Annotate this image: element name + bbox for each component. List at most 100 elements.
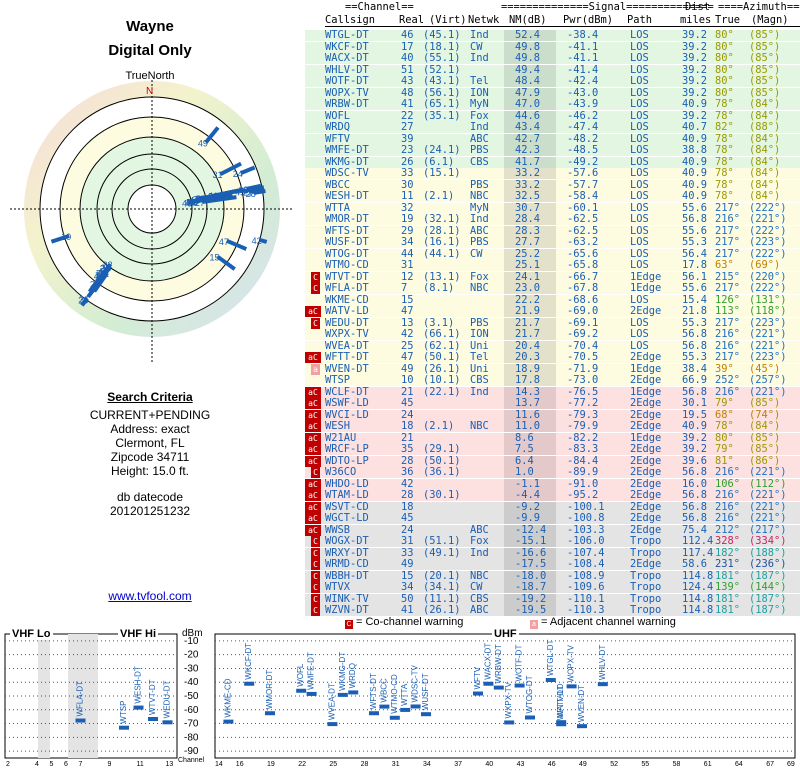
table-row[interactable]: WACX-DT 40 (55.1) Ind 49.8 -41.1 LOS 39.2 80° (85…	[305, 53, 800, 64]
table-row[interactable]: WFTS-DT 29 (28.1) ABC 28.3 -62.5 LOS 55.6 217° (2…	[305, 224, 800, 237]
table-row[interactable]: WCLF-DT 21 (22.1) Ind 14.3 -76.5 1Edge 56.8 216°…	[305, 386, 800, 398]
cell-az: 78°	[715, 144, 734, 156]
table-row[interactable]: WOTF-DT 43 (43.1) Tel 48.4 -42.4 LOS 39.2 80° (85…	[305, 76, 800, 87]
table-row[interactable]: WTOG-DT 44 (44.1) CW 25.2 -65.6 LOS 56.4 217° (22…	[305, 248, 800, 260]
cell-pwr: -66.7	[567, 270, 599, 283]
table-row[interactable]: WSVT-CD 18 -9.2 -100.1 2Edge 56.8 216° (221°) aC	[305, 500, 800, 513]
table-row[interactable]: WKCF-DT 17 (18.1) CW 49.8 -41.1 LOS 39.2 80° (85°…	[305, 41, 800, 53]
cell-real: 31	[401, 259, 414, 271]
cell-call: WTMO-CD	[325, 259, 369, 271]
table-row[interactable]: WFTV 39 ABC 42.7 -48.2 LOS 40.9 78° (84°)	[305, 133, 800, 145]
cell-call: WFLA-DT	[325, 282, 369, 294]
cell-dist: 40.9	[682, 190, 708, 202]
table-row[interactable]: WUSF-DT 34 (16.1) PBS 27.7 -63.2 LOS 55.3 217° (2…	[305, 237, 800, 248]
table-row[interactable]: WDSC-TV 33 (15.1) 33.2 -57.6 LOS 40.9 78° (84°)	[305, 168, 800, 179]
spectrum-point-label: WTMO-CD	[390, 674, 399, 714]
col-netwk: Netwk	[468, 14, 500, 26]
spectrum-point-label: WDSC-TV	[411, 664, 420, 702]
cell-real: 7	[401, 282, 408, 294]
table-row[interactable]: W21AU 21 8.6 -82.2 1Edge 39.2 80° (85°) aC	[305, 431, 800, 444]
table-row[interactable]: WTSP 10 (10.1) CBS 17.8 -73.0 2Edge 66.9 252° (25…	[305, 375, 800, 386]
table-row[interactable]: WOPX-TV 48 (56.1) ION 47.9 -43.0 LOS 39.2 80° (85…	[305, 86, 800, 99]
cell-dist: 15.4	[682, 293, 708, 306]
table-row[interactable]: WBBH-DT 15 (20.1) NBC -18.0 -108.9 Tropo 114.8 1…	[305, 570, 800, 582]
table-row[interactable]: WTTA 32 MyN 30.7 -60.1 LOS 55.6 217° (222°)	[305, 201, 800, 214]
cell-az: 80°	[715, 29, 734, 41]
cell-nm: 32.5	[515, 190, 541, 202]
table-row[interactable]: WESH-DT 11 (2.1) NBC 32.5 -58.4 LOS 40.9 78° (84°…	[305, 191, 800, 202]
table-row[interactable]: WTVT-DT 12 (13.1) Fox 24.1 -66.7 1Edge 56.1 215°…	[305, 270, 800, 283]
table-row[interactable]: WFLA-DT 7 (8.1) NBC 23.0 -67.8 1Edge 55.6 217° (2…	[305, 283, 800, 294]
table-row[interactable]: WTVX 34 (34.1) CW -18.7 -109.6 Tropo 124.4 139° (…	[305, 582, 800, 593]
table-row[interactable]: WRBW-DT 41 (65.1) MyN 47.0 -43.9 LOS 40.9 78° (84…	[305, 99, 800, 110]
table-row[interactable]: WFTT-DT 47 (50.1) Tel 20.3 -70.5 2Edge 55.3 217°…	[305, 352, 800, 363]
cell-net: Ind	[470, 546, 489, 559]
cell-virt: (16.1)	[423, 236, 461, 248]
cell-virt: (56.1)	[423, 86, 461, 99]
cell-path: LOS	[630, 63, 649, 76]
table-row[interactable]: WATV-LD 47 21.9 -69.0 2Edge 21.8 113° (118°) aC	[305, 306, 800, 317]
table-row[interactable]: WHDO-LD 42 -1.1 -91.0 2Edge 16.0 106° (112°) aC	[305, 478, 800, 490]
table-row[interactable]: WXPX-TV 42 (66.1) ION 21.7 -69.2 LOS 56.8 216° (2…	[305, 329, 800, 340]
spectrum-point	[379, 704, 390, 709]
table-row[interactable]: WSWF-LD 45 13.7 -77.2 2Edge 30.1 79° (85°) aC	[305, 398, 800, 409]
table-row[interactable]: WKMG-DT 26 (6.1) CBS 41.7 -49.2 LOS 40.9 78° (84°…	[305, 155, 800, 168]
cell-nm: 20.4	[515, 339, 541, 352]
cell-virt: (10.1)	[423, 374, 461, 386]
spectrum-point	[75, 718, 86, 723]
cell-call: WINK-TV	[325, 592, 369, 605]
cell-path: LOS	[630, 259, 649, 271]
tvfool-link[interactable]: www.tvfool.com	[0, 589, 300, 603]
cell-real: 45	[401, 512, 414, 524]
table-row[interactable]: WESH 18 (2.1) NBC 11.0 -79.9 2Edge 40.9 78° (84°)…	[305, 421, 800, 432]
cell-real: 31	[401, 535, 414, 547]
cell-net: ABC	[470, 224, 489, 237]
vhf-hi-label: VHF Hi	[118, 628, 159, 640]
table-row[interactable]: WTMO-CD 31 25.1 -65.8 LOS 17.8 63° (69°)	[305, 260, 800, 271]
cell-real: 33	[401, 546, 414, 559]
db-datecode-value: 201201251232	[109, 504, 191, 518]
cell-mag: (85°)	[749, 29, 781, 41]
table-row[interactable]: WGCT-LD 45 -9.9 -100.8 2Edge 56.8 216° (221°) aC	[305, 513, 800, 524]
table-row[interactable]: WDTO-LP 28 (50.1) 6.4 -84.4 2Edge 39.6 81° (86°)…	[305, 455, 800, 467]
table-row[interactable]: WRCF-LP 35 (29.1) 7.5 -83.3 2Edge 39.2 79° (85°)…	[305, 444, 800, 455]
radar-channel-label: 24	[233, 169, 243, 179]
table-row[interactable]: WMFE-DT 23 (24.1) PBS 42.3 -48.5 LOS 38.8 78° (84…	[305, 145, 800, 156]
table-row[interactable]: WKME-CD 15 22.2 -68.6 LOS 15.4 126° (131°)	[305, 293, 800, 306]
table-row[interactable]: WWSB 24 ABC -12.4 -103.3 2Edge 75.4 212° (217°) a…	[305, 524, 800, 536]
cell-net: MyN	[470, 201, 489, 214]
table-row[interactable]: WRDQ 27 Ind 43.4 -47.4 LOS 40.7 82° (88°)	[305, 122, 800, 133]
table-row[interactable]: WEDU-DT 13 (3.1) PBS 21.7 -69.1 LOS 55.3 217° (22…	[305, 316, 800, 329]
spectrum-point	[493, 685, 504, 690]
table-row[interactable]: WOFL 22 (35.1) Fox 44.6 -46.2 LOS 39.2 78° (84°)	[305, 109, 800, 122]
table-row[interactable]: WRXY-DT 33 (49.1) Ind -16.6 -107.4 Tropo 117.4 1…	[305, 546, 800, 559]
table-row[interactable]: WINK-TV 50 (11.1) CBS -19.2 -110.1 Tropo 114.8 1…	[305, 592, 800, 605]
cell-path: LOS	[630, 121, 649, 133]
table-row[interactable]: WVEA-DT 25 (62.1) Uni 20.4 -70.4 LOS 56.8 216° (2…	[305, 339, 800, 352]
table-row[interactable]: WTAM-LD 28 (30.1) -4.4 -95.2 2Edge 56.8 216° (22…	[305, 490, 800, 501]
cell-mag: (84°)	[749, 190, 781, 202]
table-row[interactable]: WVCI-LD 24 11.6 -79.3 2Edge 19.5 68° (74°) aC	[305, 409, 800, 421]
table-row[interactable]: WBCC 30 PBS 33.2 -57.7 LOS 40.9 78° (84°)	[305, 179, 800, 191]
cell-nm: 8.6	[515, 431, 534, 444]
cell-net: Uni	[470, 339, 489, 352]
cell-nm: 48.4	[515, 75, 541, 87]
cell-net: Fox	[470, 109, 489, 122]
table-row[interactable]: WTGL-DT 46 (45.1) Ind 52.4 -38.4 LOS 39.2 80° (85…	[305, 30, 800, 41]
table-row[interactable]: W36CO 36 (36.1) 1.0 -89.9 2Edge 56.8 216° (221°)…	[305, 467, 800, 478]
table-row[interactable]: WVEN-DT 49 (26.1) Uni 18.9 -71.9 1Edge 38.4 39° (…	[305, 362, 800, 375]
cell-call: WEDU-DT	[325, 316, 369, 329]
criteria-line: Address: exact	[110, 422, 190, 436]
cell-call: WATV-LD	[325, 305, 369, 317]
cell-az: 113°	[715, 305, 741, 317]
cell-pwr: -62.5	[567, 213, 599, 225]
table-row[interactable]: WRMD-CD 49 -17.5 -108.4 2Edge 58.6 231° (236°) C	[305, 559, 800, 570]
table-row[interactable]: WOGX-DT 31 (51.1) Fox -15.1 -106.0 Tropo 112.4 3…	[305, 536, 800, 547]
cell-real: 49	[401, 362, 414, 375]
cell-path: Tropo	[630, 535, 662, 547]
table-row[interactable]: WMOR-DT 19 (32.1) Ind 28.4 -62.5 LOS 56.8 216° (2…	[305, 214, 800, 225]
cell-pwr: -49.2	[567, 155, 599, 168]
table-row[interactable]: WHLV-DT 51 (52.1) 49.4 -41.4 LOS 39.2 80° (85°)	[305, 63, 800, 76]
cell-call: WSVT-CD	[325, 500, 369, 513]
cell-net: PBS	[470, 236, 489, 248]
